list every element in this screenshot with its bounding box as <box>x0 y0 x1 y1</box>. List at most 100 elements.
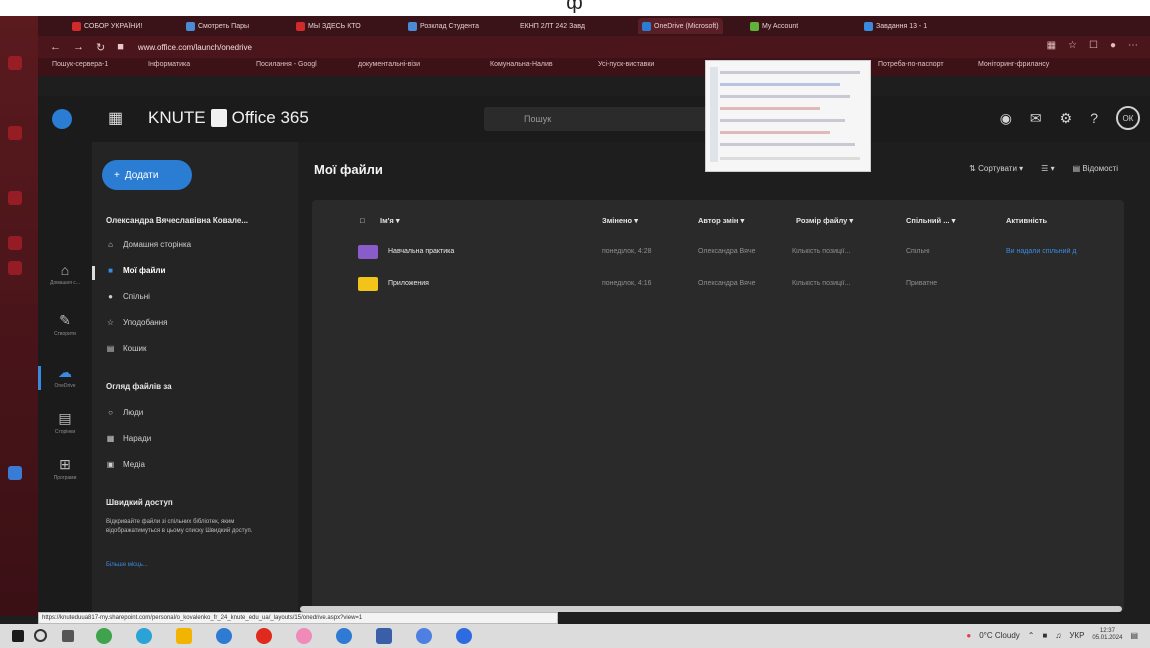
bookmark[interactable]: Усі-пуск-виставки <box>598 61 654 68</box>
bookmark[interactable]: Посилання - Googl <box>256 61 317 68</box>
url-field[interactable]: www.office.com/launch/onedrive <box>138 43 252 52</box>
home-icon: ⌂ <box>60 262 70 278</box>
table-row[interactable]: Навчальна практика понеділок, 4:28 Олекс… <box>312 240 1124 266</box>
status-url-tooltip: https://knuteduua817-my.sharepoint.com/p… <box>38 612 558 624</box>
app-icon[interactable] <box>416 628 432 644</box>
edge-icon[interactable] <box>136 628 152 644</box>
favorites-icon[interactable]: ☆ <box>1068 40 1077 51</box>
app-icon[interactable] <box>336 628 352 644</box>
file-explorer-icon[interactable] <box>176 628 192 644</box>
preview-line <box>720 71 860 74</box>
bookmark[interactable]: Комунальна-Налив <box>490 61 553 68</box>
browser-tab-active[interactable]: OneDrive (Microsoft) <box>638 18 723 34</box>
rail-item-pages[interactable]: ▤ Сторінки <box>42 410 88 435</box>
column-header-activity[interactable]: Активність <box>1006 216 1047 225</box>
nav-item-my-files[interactable]: ■ Мої файли <box>106 266 165 275</box>
app-icon[interactable] <box>296 628 312 644</box>
menu-icon[interactable]: ⋯ <box>1128 40 1138 51</box>
browser-tab[interactable]: Розклад Студента <box>408 18 479 34</box>
tab-preview-thumbnail[interactable] <box>705 60 871 172</box>
extensions-icon[interactable]: ▦ <box>1047 40 1056 51</box>
search-icon[interactable] <box>34 629 47 642</box>
browser-tab[interactable]: Смотреть Пары <box>186 18 249 34</box>
nav-item-people[interactable]: ○ Люди <box>106 408 143 417</box>
forward-icon[interactable]: → <box>73 41 84 53</box>
collections-icon[interactable]: ☐ <box>1089 40 1098 51</box>
column-header-name[interactable]: Ім'я ▾ <box>380 216 400 225</box>
app-icon[interactable] <box>456 628 472 644</box>
onedrive-logo-icon[interactable] <box>52 109 72 129</box>
main-content: Мої файли ⇅ Сортувати ▾ ☰ ▾ ▤ Відомості … <box>298 142 1128 612</box>
volume-icon[interactable]: ♫ <box>1055 631 1061 640</box>
clock[interactable]: 12:37 05.01.2024 <box>1092 628 1122 642</box>
bookmark[interactable]: документальні-візи <box>358 61 420 68</box>
nav-item-media[interactable]: ▣ Медіа <box>106 460 145 469</box>
nav-label: Домашня сторінка <box>123 240 192 249</box>
nav-item-home[interactable]: ⌂ Домашня сторінка <box>106 240 191 249</box>
more-places-link[interactable]: Більше місць... <box>106 562 148 568</box>
column-header-modified[interactable]: Змінено ▾ <box>602 216 638 225</box>
column-header-sharing[interactable]: Спільний ... ▾ <box>906 216 955 225</box>
app-icon[interactable] <box>376 628 392 644</box>
app-icon[interactable] <box>96 628 112 644</box>
rail-label: OneDrive <box>54 383 76 389</box>
app-launcher-icon[interactable]: ▦ <box>108 108 123 128</box>
refresh-icon[interactable]: ↻ <box>96 41 105 54</box>
help-icon[interactable]: ? <box>1090 110 1098 126</box>
premium-icon[interactable]: ◉ <box>1000 110 1012 127</box>
nav-item-shared[interactable]: ● Спільні <box>106 292 150 301</box>
file-name[interactable]: Приложения <box>388 280 588 287</box>
view-options-button[interactable]: ☰ ▾ <box>1041 164 1054 173</box>
column-header-file-size[interactable]: Розмір файлу ▾ <box>796 216 853 225</box>
search-input[interactable]: Пошук <box>484 107 734 131</box>
new-button[interactable]: + Додати <box>102 160 192 190</box>
avatar[interactable]: ОК <box>1116 106 1140 130</box>
bookmark[interactable]: Пошук-сервера-1 <box>52 61 108 68</box>
file-name[interactable]: Навчальна практика <box>388 248 588 255</box>
system-tray: ● 0°C Cloudy ⌃ ■ ♫ УКР 12:37 05.01.2024 ▤ <box>966 628 1138 642</box>
browser-tab[interactable]: Завдання 13 - 1 <box>864 18 927 34</box>
start-icon[interactable] <box>12 630 24 642</box>
profile-icon[interactable]: ● <box>1110 40 1116 51</box>
browser-tab[interactable]: СОБОР УКРАЇНИ! <box>72 18 142 34</box>
browser-tab[interactable]: МЫ ЗДЕСЬ КТО <box>296 18 361 34</box>
network-icon[interactable]: ■ <box>1042 631 1047 640</box>
settings-icon[interactable]: ⚙ <box>1060 110 1073 127</box>
brand[interactable]: KNUTE Office 365 <box>148 108 309 128</box>
nav-item-meetings[interactable]: ▦ Наради <box>106 434 152 443</box>
opera-icon[interactable] <box>256 628 272 644</box>
notifications-icon[interactable]: ▤ <box>1130 631 1138 640</box>
task-view-icon[interactable] <box>62 630 74 642</box>
taskbar: ● 0°C Cloudy ⌃ ■ ♫ УКР 12:37 05.01.2024 ▤ <box>0 624 1150 648</box>
rail-label: Домашня с... <box>50 280 80 286</box>
browser-tab[interactable]: My Account <box>750 18 798 34</box>
table-row[interactable]: Приложения понеділок, 4:16 Олександра Вя… <box>312 272 1124 298</box>
tab-label: Смотреть Пары <box>198 22 250 30</box>
details-button[interactable]: ▤ Відомості <box>1073 164 1118 173</box>
column-header-modified-by[interactable]: Автор змін ▾ <box>698 216 744 225</box>
bookmark[interactable]: Інформатика <box>148 61 190 68</box>
nav-item-recycle-bin[interactable]: ▤ Кошик <box>106 344 147 353</box>
rail-item-onedrive[interactable]: ☁ OneDrive <box>42 364 88 389</box>
tab-label: МЫ ЗДЕСЬ КТО <box>308 22 361 30</box>
nav-label: Мої файли <box>123 266 166 275</box>
column-label: Змінено <box>602 216 633 225</box>
rail-item-home[interactable]: ⌂ Домашня с... <box>42 262 88 286</box>
rail-item-apps[interactable]: ⊞ Програми <box>42 456 88 481</box>
browser-tab[interactable]: ЕКНП 2ЛТ 242 Завд <box>520 18 585 34</box>
bookmark[interactable]: Потреба-по-паспорт <box>878 61 944 68</box>
back-icon[interactable]: ← <box>50 41 61 53</box>
tray-arrow-icon[interactable]: ⌃ <box>1028 631 1035 640</box>
cloud-icon: ☁ <box>58 364 72 380</box>
info-icon: ▤ <box>1072 164 1083 173</box>
weather-text[interactable]: 0°C Cloudy <box>979 631 1020 640</box>
rail-item-create[interactable]: ✎ Створити <box>42 312 88 337</box>
language-indicator[interactable]: УКР <box>1069 631 1084 640</box>
feedback-icon[interactable]: ✉ <box>1030 110 1042 127</box>
bookmark[interactable]: Моніторинг-фрилансу <box>978 61 1049 68</box>
edge-icon <box>8 466 22 480</box>
sort-button[interactable]: ⇅ Сортувати ▾ <box>969 164 1023 173</box>
sort-label: Сортувати <box>978 164 1017 173</box>
app-icon[interactable] <box>216 628 232 644</box>
nav-item-favorites[interactable]: ☆ Уподобання <box>106 318 168 327</box>
